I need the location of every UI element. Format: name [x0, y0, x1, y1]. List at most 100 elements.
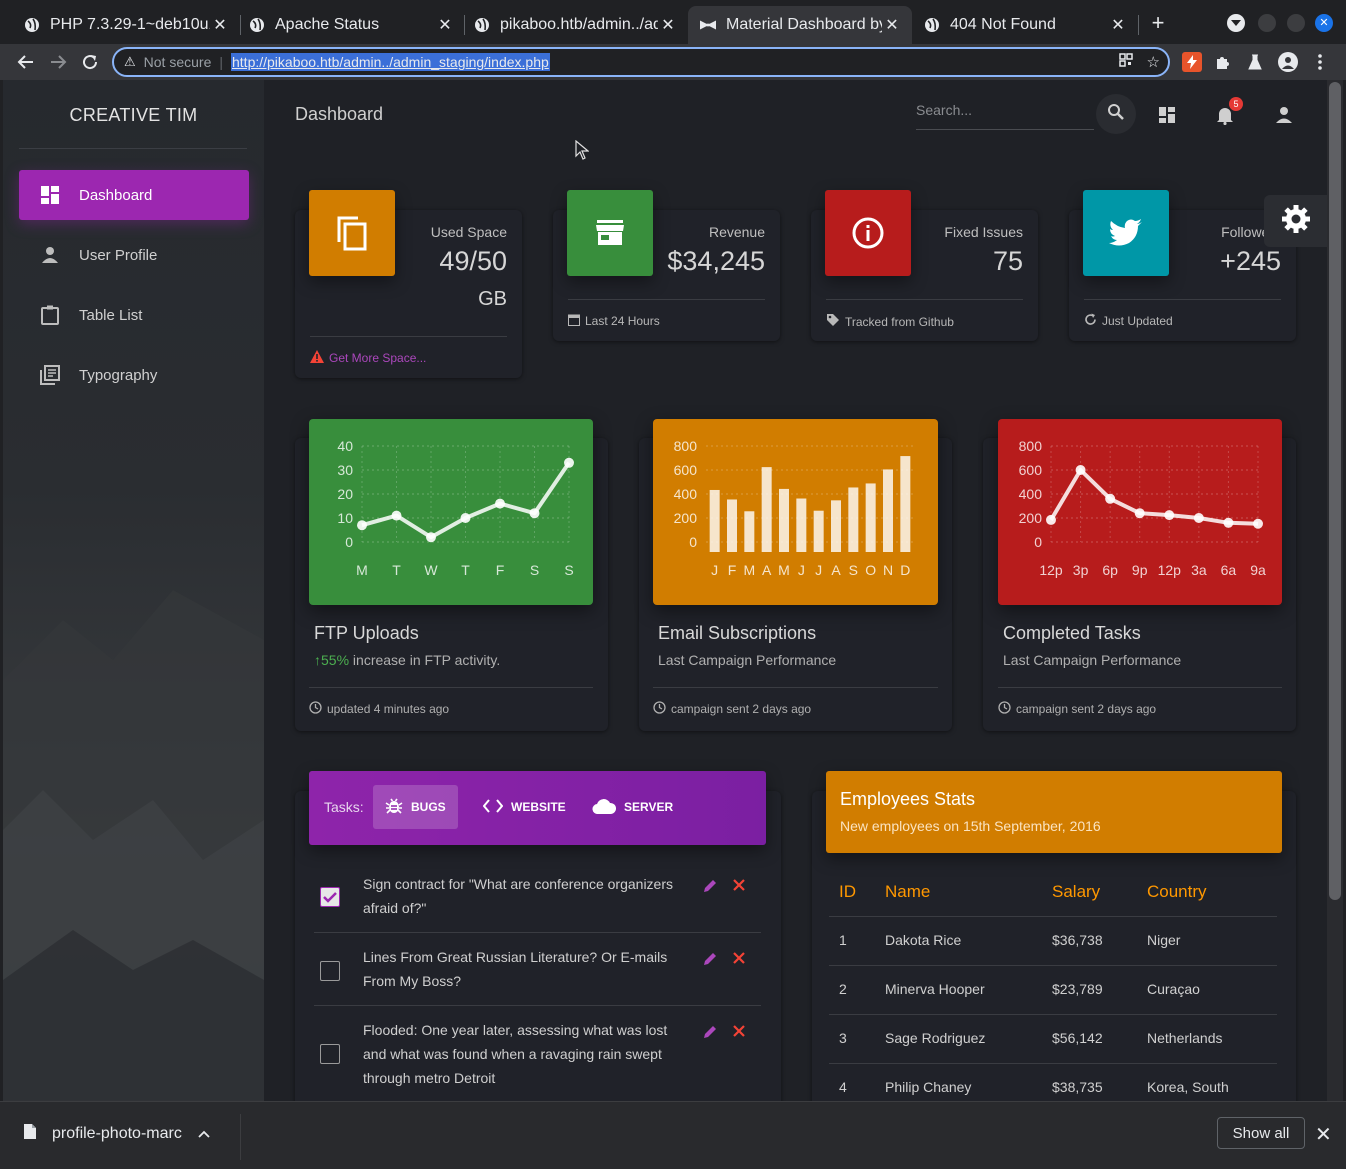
sidebar-item-table-list[interactable]: Table List	[19, 290, 249, 340]
tab-apache-status[interactable]: Apache Status ✕	[237, 6, 465, 44]
stat-value: +245	[1220, 246, 1281, 276]
ftp-uploads-chart: 0 10 20 30 40 M T W T F S S	[309, 419, 593, 605]
bookmark-star-icon[interactable]: ☆	[1147, 53, 1160, 71]
mouse-cursor	[575, 139, 590, 165]
tab-separator	[1138, 15, 1139, 35]
qr-code-icon[interactable]	[1118, 53, 1133, 71]
get-more-space-link[interactable]: Get More Space...	[329, 351, 426, 365]
search-input[interactable]: Search...	[916, 102, 1094, 130]
chart-subtitle: Last Campaign Performance	[1003, 652, 1182, 668]
address-bar[interactable]: ⚠ Not secure | http://pikaboo.htb/admin.…	[112, 47, 1170, 77]
chevron-up-icon[interactable]	[198, 1125, 210, 1143]
x-tick-label: 12p	[1039, 562, 1063, 578]
table-divider	[829, 1063, 1277, 1064]
extensions-puzzle-icon[interactable]	[1213, 52, 1233, 72]
close-tab-icon[interactable]: ✕	[210, 15, 230, 35]
person-icon[interactable]	[1273, 104, 1295, 126]
maximize-window-icon[interactable]	[1287, 14, 1305, 32]
bar	[865, 483, 876, 552]
y-tick-label: 600	[674, 462, 698, 478]
tab-bugs[interactable]: BUGS	[373, 785, 458, 829]
back-icon[interactable]	[15, 51, 37, 73]
search-placeholder: Search...	[916, 102, 973, 118]
sidebar-item-user-profile[interactable]: User Profile	[19, 230, 249, 280]
sidebar-item-typography[interactable]: Typography	[19, 350, 249, 400]
tab-server[interactable]: SERVER	[580, 785, 685, 829]
x-tick-label: T	[461, 562, 470, 578]
download-item[interactable]: profile-photo-marc	[24, 1124, 210, 1144]
globe-icon	[924, 17, 940, 33]
close-tab-icon[interactable]: ✕	[658, 15, 678, 35]
task-checkbox[interactable]	[320, 887, 340, 907]
store-icon	[567, 190, 653, 276]
tab-php-info[interactable]: PHP 7.3.29-1~deb10u1 ✕	[12, 6, 240, 44]
divider: |	[219, 54, 223, 70]
chart-title: Completed Tasks	[1003, 623, 1141, 643]
cell-name: Dakota Rice	[885, 932, 962, 948]
forward-icon[interactable]	[47, 51, 69, 73]
y-tick-label: 0	[689, 534, 697, 550]
close-tab-icon[interactable]: ✕	[1108, 15, 1128, 35]
bar	[813, 510, 824, 552]
reload-icon[interactable]	[79, 51, 101, 73]
dashboard-icon[interactable]	[1156, 104, 1178, 126]
tab-search-icon[interactable]	[1227, 14, 1245, 32]
task-text: Flooded: One year later, assessing what …	[363, 1022, 668, 1086]
delete-close-icon[interactable]	[732, 951, 748, 967]
flask-icon[interactable]	[1245, 52, 1265, 72]
page-title[interactable]: Dashboard	[295, 104, 383, 125]
cell-name: Sage Rodriguez	[885, 1030, 986, 1046]
task-row: Flooded: One year later, assessing what …	[314, 1006, 761, 1101]
y-tick-label: 0	[345, 534, 353, 550]
stat-footer: Last 24 Hours	[568, 299, 765, 329]
x-tick-label: S	[530, 562, 539, 578]
close-tab-icon[interactable]: ✕	[882, 15, 902, 35]
security-label[interactable]: Not secure	[144, 54, 212, 70]
new-tab-icon[interactable]: +	[1147, 12, 1169, 34]
card-title: Employees Stats	[840, 789, 976, 809]
close-icon[interactable]: ✕	[1315, 1122, 1332, 1147]
task-checkbox[interactable]	[320, 961, 340, 981]
delete-close-icon[interactable]	[732, 1024, 748, 1040]
sidebar-item-dashboard[interactable]: Dashboard	[19, 170, 249, 220]
tab-404[interactable]: 404 Not Found ✕	[912, 6, 1138, 44]
download-shelf: profile-photo-marc Show all ✕	[0, 1101, 1346, 1169]
close-tab-icon[interactable]: ✕	[435, 15, 455, 35]
close-window-icon[interactable]: ✕	[1315, 14, 1333, 32]
edit-pencil-icon[interactable]	[702, 1024, 718, 1040]
delete-close-icon[interactable]	[732, 878, 748, 894]
bar	[883, 469, 893, 552]
library-books-icon	[38, 363, 62, 387]
data-point	[1253, 518, 1263, 529]
gear-icon	[1281, 204, 1311, 239]
brand-logo-text[interactable]: CREATIVE TIM	[3, 105, 264, 126]
task-checkbox[interactable]	[320, 1044, 340, 1064]
data-point	[564, 457, 574, 468]
tab-website[interactable]: WEBSITE	[471, 785, 578, 829]
extension-burp-icon[interactable]	[1182, 52, 1202, 72]
minimize-window-icon[interactable]	[1258, 14, 1276, 32]
browser-menu-icon[interactable]	[1310, 52, 1330, 72]
y-tick-label: 400	[674, 486, 698, 502]
stat-footer: Tracked from Github	[826, 299, 1023, 330]
y-tick-label: 600	[1019, 462, 1043, 478]
scrollbar-thumb[interactable]	[1329, 82, 1341, 900]
edit-pencil-icon[interactable]	[702, 878, 718, 894]
tab-pikaboo-admin[interactable]: pikaboo.htb/admin../ad ✕	[462, 6, 688, 44]
profile-avatar-icon[interactable]	[1278, 52, 1298, 72]
fixed-plugin-settings-button[interactable]	[1264, 195, 1327, 247]
sidebar-item-label: Dashboard	[79, 186, 153, 204]
sidebar: CREATIVE TIM Dashboard User Profile Tabl…	[3, 80, 264, 1101]
x-tick-label: A	[762, 562, 772, 578]
edit-pencil-icon[interactable]	[702, 951, 718, 967]
search-button[interactable]	[1096, 94, 1136, 134]
tab-title: PHP 7.3.29-1~deb10u1	[50, 16, 210, 33]
url-text[interactable]: http://pikaboo.htb/admin../admin_staging…	[231, 53, 550, 71]
tab-material-dashboard[interactable]: Material Dashboard by ✕	[688, 6, 912, 44]
y-tick-label: 400	[1019, 486, 1043, 502]
bar	[796, 498, 807, 552]
warning-icon[interactable]: ⚠	[124, 54, 136, 70]
show-all-button[interactable]: Show all	[1217, 1117, 1305, 1149]
globe-icon	[24, 17, 40, 33]
x-tick-label: D	[900, 562, 910, 578]
